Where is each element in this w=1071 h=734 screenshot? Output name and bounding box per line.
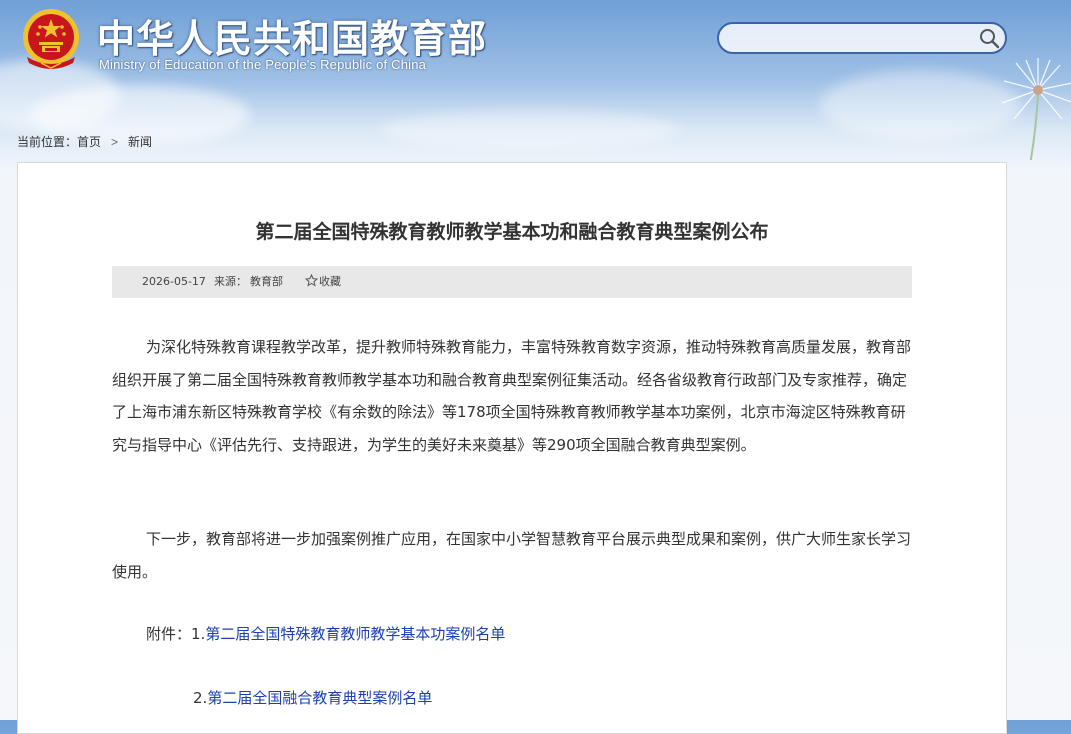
breadcrumb-home-link[interactable]: 首页 [77,135,101,149]
article-paragraph: 下一步，教育部将进一步加强案例推广应用，在国家中小学智慧教育平台展示典型成果和案… [112,523,912,588]
attachment-link[interactable]: 第二届全国融合教育典型案例名单 [207,689,432,707]
article-source: 教育部 [250,275,283,288]
article-paragraph-text: 为深化特殊教育课程教学改革，提升教师特殊教育能力，丰富特殊教育数字资源，推动特殊… [112,338,912,454]
breadcrumb-separator: > [111,134,119,149]
attachments-label: 附件： [146,625,192,643]
attachment-number: 2. [193,689,208,707]
search-box [717,22,1007,54]
national-emblem-icon[interactable] [21,5,81,73]
article-paragraph-text: 下一步，教育部将进一步加强案例推广应用，在国家中小学智慧教育平台展示典型成果和案… [112,530,912,581]
site-subtitle: Ministry of Education of the People's Re… [99,57,427,72]
dandelion-decoration [1001,58,1071,160]
search-input[interactable] [731,28,975,50]
article-paragraph: 为深化特殊教育课程教学改革，提升教师特殊教育能力，丰富特殊教育数字资源，推动特殊… [112,331,912,461]
breadcrumb-prefix: 当前位置： [17,135,78,149]
site-title: 中华人民共和国教育部 [97,17,488,61]
site-header: 中华人民共和国教育部 Ministry of Education of the … [0,0,1071,160]
favorite-label: 收藏 [319,275,341,288]
breadcrumb: 当前位置：首页 > 新闻 [17,133,152,150]
attachment-item: 附件：1.第二届全国特殊教育教师教学基本功案例名单 [146,623,505,644]
attachment-link[interactable]: 第二届全国特殊教育教师教学基本功案例名单 [205,625,505,643]
source-label: 来源： [214,275,247,288]
attachment-item: 2.第二届全国融合教育典型案例名单 [193,687,432,708]
article-title: 第二届全国特殊教育教师教学基本功和融合教育典型案例公布 [255,221,769,243]
favorite-button[interactable]: 收藏 [305,266,341,298]
article-container: 第二届全国特殊教育教师教学基本功和融合教育典型案例公布 2026-05-17 来… [17,162,1007,734]
attachment-number: 1. [191,625,206,643]
cloud-decoration [380,110,680,150]
breadcrumb-current-link[interactable]: 新闻 [128,135,152,149]
article-meta-bar: 2026-05-17 来源： 教育部 收藏 [112,266,912,298]
star-icon [305,274,318,287]
search-icon[interactable] [978,27,1000,49]
article-date: 2026-05-17 [142,275,206,288]
